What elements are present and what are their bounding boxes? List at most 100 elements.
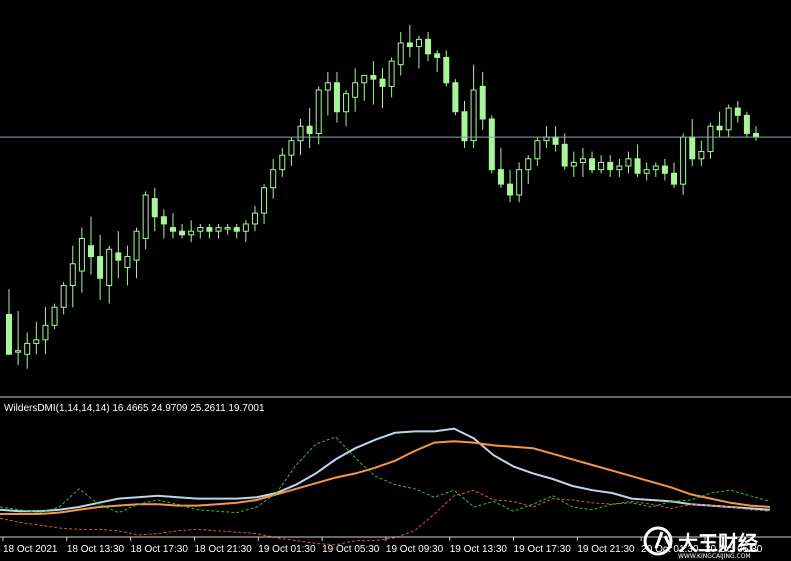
- candle: [743, 111, 750, 138]
- candle-body: [315, 89, 322, 134]
- candle-body: [479, 85, 486, 120]
- candle-body: [516, 169, 523, 196]
- candle-body: [60, 285, 67, 308]
- time-label: 19 Oct 17:30: [514, 544, 572, 555]
- candle-body: [133, 230, 140, 261]
- candle-body: [306, 125, 313, 134]
- candle-body: [279, 154, 286, 171]
- candle-body: [552, 136, 559, 145]
- candle-body: [388, 60, 395, 87]
- candle-body: [671, 172, 678, 185]
- candle-body: [343, 93, 350, 113]
- candle-body: [689, 136, 696, 160]
- candle-body: [215, 227, 222, 232]
- candle-body: [115, 252, 122, 261]
- candle-body: [661, 165, 668, 174]
- candle-body: [543, 136, 550, 142]
- candle: [488, 115, 495, 174]
- candle-body: [42, 324, 49, 341]
- candle-body: [716, 125, 723, 131]
- candle-body: [470, 89, 477, 142]
- watermark-url: WWW.KINGCAIJING.COM: [678, 553, 751, 560]
- candle-body: [734, 107, 741, 116]
- candle-body: [242, 223, 249, 232]
- candle-body: [743, 114, 750, 134]
- time-label: 19 Oct 01:30: [258, 544, 316, 555]
- candle-body: [488, 118, 495, 171]
- candle-body: [169, 227, 176, 232]
- candle-body: [707, 125, 714, 153]
- candle-body: [251, 212, 258, 225]
- candle-body: [379, 78, 386, 87]
- candle-body: [297, 125, 304, 142]
- time-label: 18 Oct 13:30: [67, 544, 125, 555]
- watermark-brand: 大王财经: [678, 531, 758, 555]
- candle-body: [78, 237, 85, 272]
- candle-body: [434, 53, 441, 58]
- indicator-label: WildersDMI(1,14,14,14) 16.4665 24.9709 2…: [4, 403, 265, 414]
- candle-body: [507, 183, 514, 196]
- candle-body: [261, 187, 268, 214]
- candle-body: [452, 82, 459, 113]
- candle-body: [461, 111, 468, 142]
- candle-body: [188, 230, 195, 236]
- candle-body: [370, 75, 377, 80]
- candle-body: [87, 245, 94, 258]
- candle-body: [616, 165, 623, 171]
- candle-body: [6, 313, 12, 355]
- candle-body: [333, 82, 340, 113]
- candle-body: [698, 151, 705, 160]
- candle-body: [643, 169, 650, 174]
- candle-body: [534, 140, 541, 160]
- candle-body: [525, 158, 532, 171]
- candle-body: [652, 165, 659, 171]
- candle-body: [206, 227, 213, 232]
- candle: [51, 303, 58, 329]
- candle-body: [97, 256, 104, 279]
- candle-body: [425, 38, 432, 55]
- candle-body: [69, 263, 76, 286]
- candle-body: [680, 136, 687, 185]
- candle-body: [106, 248, 113, 287]
- candle-body: [406, 42, 413, 48]
- candle-body: [224, 227, 231, 230]
- candle-body: [415, 38, 422, 48]
- time-label: 19 Oct 13:30: [450, 544, 508, 555]
- candle-body: [634, 158, 641, 174]
- candle-body: [589, 158, 596, 171]
- candle-body: [151, 198, 158, 218]
- candle-body: [579, 158, 586, 163]
- time-label: 18 Oct 2021: [3, 544, 58, 555]
- candle-body: [352, 82, 359, 98]
- candle-body: [33, 339, 40, 344]
- candle-body: [270, 169, 277, 189]
- candle-body: [598, 161, 605, 171]
- candle-body: [324, 82, 331, 91]
- time-label: 18 Oct 17:30: [131, 544, 189, 555]
- candle-body: [497, 169, 504, 185]
- candle-body: [124, 256, 131, 268]
- time-label: 19 Oct 05:30: [322, 544, 380, 555]
- candle-body: [233, 227, 240, 232]
- candle-body: [625, 158, 632, 167]
- time-label: 18 Oct 21:30: [194, 544, 252, 555]
- trading-chart[interactable]: WildersDMI(1,14,14,14) 16.4665 24.9709 2…: [0, 0, 791, 561]
- candle-body: [570, 161, 577, 167]
- candle-body: [288, 140, 295, 156]
- candle-body: [725, 107, 732, 131]
- candle-body: [24, 342, 31, 355]
- candle-body: [443, 56, 450, 84]
- candle-body: [607, 161, 614, 171]
- candle-body: [160, 216, 167, 225]
- candle-body: [753, 132, 759, 138]
- candle-body: [51, 306, 58, 326]
- candle-body: [197, 227, 204, 232]
- time-label: 19 Oct 21:30: [577, 544, 635, 555]
- candle-body: [361, 75, 368, 84]
- candle-body: [15, 350, 22, 353]
- candle: [452, 79, 459, 116]
- chart-background: [0, 0, 791, 561]
- candle-body: [561, 143, 568, 167]
- candle-body: [142, 194, 149, 239]
- candle-body: [397, 42, 404, 66]
